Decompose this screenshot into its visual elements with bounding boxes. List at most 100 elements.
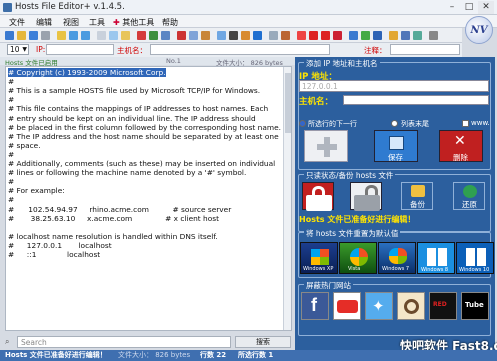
editor-line[interactable]: # Copyright (c) 1993-2009 Microsoft Corp… [8, 68, 166, 77]
editor-line[interactable]: # [8, 150, 14, 159]
reset-winxp-button[interactable]: Windows XP [300, 242, 338, 274]
cut-icon[interactable] [97, 31, 106, 40]
search-button[interactable]: 搜索 [235, 336, 291, 348]
backup-button[interactable]: 备份 [401, 182, 433, 210]
block-redtube-button[interactable]: RED [429, 292, 457, 320]
maximize-button[interactable]: □ [461, 1, 477, 14]
redo-icon[interactable] [81, 31, 90, 40]
menu-tools[interactable]: 工具 [89, 17, 105, 28]
host-input[interactable] [150, 44, 330, 55]
refresh-icon[interactable] [189, 31, 198, 40]
find-icon[interactable] [149, 31, 158, 40]
star-icon[interactable] [389, 31, 398, 40]
editor-line[interactable]: # ::1 localhost [8, 250, 100, 259]
folder-icon[interactable] [57, 31, 66, 40]
restore-button[interactable]: 还原 [453, 182, 485, 210]
hosts-editor[interactable]: # Copyright (c) 1993-2009 Microsoft Corp… [5, 66, 292, 331]
editor-line[interactable]: # [8, 195, 14, 204]
reset-win10-button[interactable]: Windows 10 [456, 242, 494, 274]
block-youtube-button[interactable] [333, 292, 361, 320]
new-icon[interactable] [5, 31, 14, 40]
paste-icon[interactable] [121, 31, 130, 40]
editor-line[interactable]: # [8, 95, 14, 104]
ip-address-input[interactable]: 127.0.0.1 [299, 80, 489, 92]
radio-end-of-list[interactable] [391, 120, 398, 127]
print-icon[interactable] [41, 31, 50, 40]
lock-readonly-button[interactable] [302, 182, 334, 211]
editor-line[interactable]: # [8, 177, 14, 186]
block-tube-button[interactable]: Tube [461, 292, 489, 320]
block-icon[interactable] [297, 31, 306, 40]
undo-icon[interactable] [69, 31, 78, 40]
reset-vista-button[interactable]: Vista [339, 242, 377, 274]
close-button[interactable]: ✕ [478, 1, 494, 14]
editor-scrollbar[interactable] [283, 67, 291, 330]
info-icon[interactable] [349, 31, 358, 40]
windows-xp-logo-icon [311, 249, 329, 265]
lock-icon[interactable] [201, 31, 210, 40]
flag-icon[interactable] [333, 31, 342, 40]
menu-edit[interactable]: 编辑 [36, 17, 52, 28]
unlock-button[interactable] [350, 182, 382, 211]
ip2-icon[interactable] [321, 31, 330, 40]
menu-other-tools[interactable]: ✚ 其他工具 [113, 17, 154, 28]
copy-icon[interactable] [109, 31, 118, 40]
export-icon[interactable] [241, 31, 250, 40]
reset-win7-button[interactable]: Windows 7 [378, 242, 416, 274]
scrollbar-thumb[interactable] [285, 73, 291, 133]
line-number-select[interactable]: 10 ▼ [7, 44, 29, 55]
ip-icon[interactable] [309, 31, 318, 40]
editor-line[interactable]: # This is a sample HOSTS file used by Mi… [8, 86, 260, 95]
radio-after-selected[interactable] [299, 120, 306, 127]
ip-input[interactable] [46, 44, 114, 55]
editor-line[interactable]: # 38.25.63.10 x.acme.com # x client host [8, 214, 219, 223]
editor-line[interactable]: # space. [8, 141, 41, 150]
minimize-button[interactable]: – [444, 1, 460, 14]
settings-icon[interactable] [217, 31, 226, 40]
add-button[interactable] [304, 130, 348, 162]
delete-entry-button[interactable]: ✕ 删除 [439, 130, 483, 162]
editor-line[interactable]: # entry should be kept on an individual … [8, 114, 256, 123]
save-entry-button[interactable]: 保存 [374, 130, 418, 162]
line-indicator: No.1 [166, 57, 181, 65]
youtube-icon [337, 300, 358, 313]
editor-line[interactable]: # localhost name resolution is handled w… [8, 232, 218, 241]
editor-line[interactable]: # be placed in the first column followed… [8, 123, 281, 132]
editor-line[interactable]: # The IP address and the host name shoul… [8, 132, 279, 141]
exit-icon[interactable] [429, 31, 438, 40]
hostname-input[interactable] [343, 95, 489, 105]
search-input[interactable]: Search [17, 336, 231, 348]
status-lines: 行数 22 [200, 351, 227, 359]
globe-icon[interactable] [253, 31, 262, 40]
menu-file[interactable]: 文件 [9, 17, 25, 28]
editor-line[interactable]: # lines or following the machine name de… [8, 168, 246, 177]
block-twitter-button[interactable]: ✦ [365, 292, 393, 320]
menu-view[interactable]: 视图 [63, 17, 79, 28]
web-icon[interactable] [413, 31, 422, 40]
block-facebook-button[interactable]: f [301, 292, 329, 320]
comment-input[interactable] [390, 44, 460, 55]
www-checkbox[interactable] [462, 120, 469, 127]
help-icon[interactable] [373, 31, 382, 40]
sort-icon[interactable] [269, 31, 278, 40]
terminal-icon[interactable] [229, 31, 238, 40]
menu-help[interactable]: 帮助 [162, 17, 178, 28]
windows-8-logo-icon [427, 248, 447, 266]
reset-win8-button[interactable]: Windows 8 [417, 242, 455, 274]
editor-line[interactable]: # [8, 77, 14, 86]
editor-line[interactable]: # For example: [8, 186, 65, 195]
editor-line[interactable]: # Additionally, comments (such as these)… [8, 159, 275, 168]
filter-icon[interactable] [281, 31, 290, 40]
block-instagram-button[interactable] [397, 292, 425, 320]
open-icon[interactable] [17, 31, 26, 40]
check-icon[interactable] [361, 31, 370, 40]
editor-line[interactable]: # This file contains the mappings of IP … [8, 104, 268, 113]
editor-line[interactable]: # 102.54.94.97 rhino.acme.com # source s… [8, 205, 231, 214]
replace-icon[interactable] [161, 31, 170, 40]
save-icon[interactable] [29, 31, 38, 40]
editor-line[interactable]: # 127.0.0.1 localhost [8, 241, 112, 250]
stop-icon[interactable] [177, 31, 186, 40]
window-icon[interactable] [401, 31, 410, 40]
delete-icon[interactable] [137, 31, 146, 40]
www-checkbox-label: www. [471, 119, 490, 127]
